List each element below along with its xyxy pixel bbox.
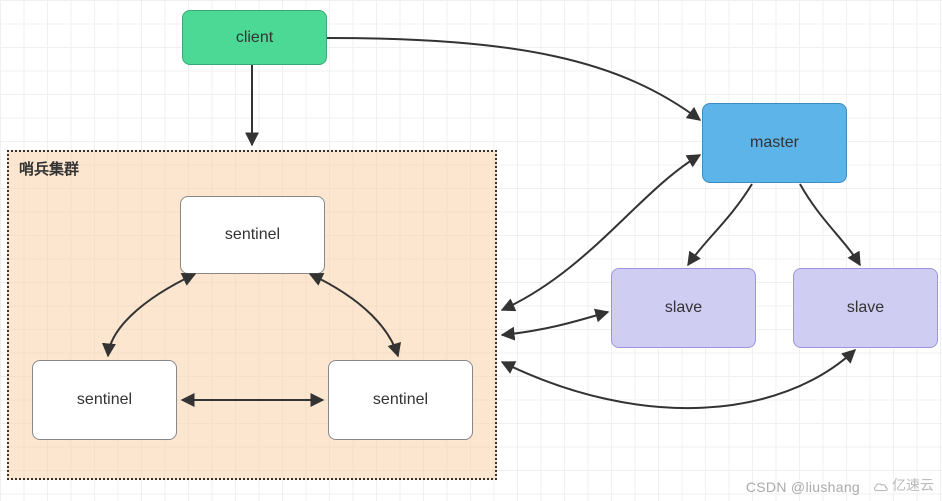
edge-group-slave1 [502, 312, 608, 335]
group-title: 哨兵集群 [19, 158, 79, 179]
watermark-csdn: CSDN @liushang [746, 479, 860, 495]
node-sentinel-br: sentinel [328, 360, 473, 440]
cloud-icon [872, 480, 890, 492]
node-label: slave [847, 299, 884, 317]
node-label: client [236, 29, 273, 47]
node-sentinel-bl: sentinel [32, 360, 177, 440]
edge-master-slave1 [688, 184, 752, 265]
node-sentinel-top: sentinel [180, 196, 325, 274]
node-label: slave [665, 299, 702, 317]
node-label: sentinel [77, 391, 132, 409]
edge-group-slave2 [502, 350, 855, 408]
node-label: sentinel [373, 391, 428, 409]
edge-master-slave2 [800, 184, 860, 265]
node-master: master [702, 103, 847, 183]
edge-client-master [327, 38, 700, 120]
diagram-canvas: 哨兵集群 client master slave slave sentinel … [0, 0, 942, 501]
node-slave-1: slave [611, 268, 756, 348]
node-client: client [182, 10, 327, 65]
node-slave-2: slave [793, 268, 938, 348]
watermark-brand-text: 亿速云 [892, 477, 934, 493]
node-label: sentinel [225, 226, 280, 244]
watermark-brand: 亿速云 [872, 475, 934, 495]
node-label: master [750, 134, 799, 152]
